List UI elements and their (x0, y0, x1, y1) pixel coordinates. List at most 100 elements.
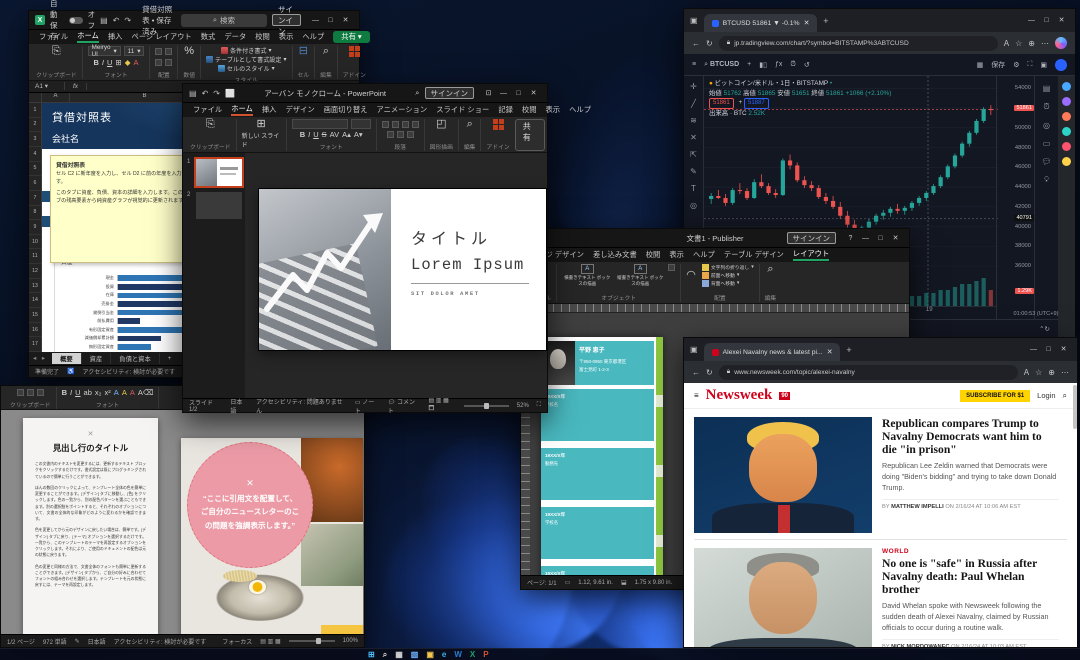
interval-candles-icon[interactable]: ▮▯ (759, 61, 767, 69)
minimize-icon[interactable]: — (308, 13, 323, 28)
refresh-icon[interactable]: ↻ (1045, 325, 1050, 333)
subscript-icon[interactable]: x₂ (95, 388, 102, 397)
save-icon[interactable]: ▤ (189, 89, 197, 98)
underline-icon[interactable]: U (75, 388, 80, 397)
resume-timeline[interactable]: 19XX/X年学校名19XX/X年勤務先19XX/X年学校名19XX/X年勤務先 (541, 389, 654, 575)
maximize-icon[interactable]: □ (511, 86, 526, 101)
row-header[interactable]: 7 (29, 191, 41, 206)
sheet-tab[interactable]: 負債と資本 (111, 353, 159, 364)
chat-icon[interactable]: 💬︎ (1041, 157, 1051, 166)
row-header[interactable]: 6 (29, 176, 41, 191)
minimize-icon[interactable]: — (496, 86, 511, 101)
tradingview-right-sidebar[interactable]: ▤ ⏰︎ ◎ ▭ 💬︎ 💡︎ (1034, 76, 1058, 337)
maximize-icon[interactable]: □ (323, 13, 338, 28)
tab-actions-icon[interactable]: ▣ (690, 345, 698, 354)
char-spacing-icon[interactable]: AV (330, 130, 339, 139)
news-icon[interactable]: ▭ (1043, 139, 1051, 148)
copilot-icon[interactable] (1055, 37, 1067, 49)
indicators-icon[interactable]: ƒx (775, 61, 782, 68)
signin-button[interactable]: サインイン (787, 232, 837, 244)
symbol-search[interactable]: ⌕ BTCUSD (704, 61, 739, 69)
share-button[interactable]: 共有 ▾ (333, 31, 369, 43)
extensions-icon[interactable]: ⊕ (1028, 39, 1035, 48)
undo-icon[interactable]: ↶ (202, 89, 209, 98)
ribbon-tab[interactable]: 挿入 (108, 32, 123, 42)
font-size-select[interactable]: 11▾ (124, 46, 145, 56)
focus-mode-button[interactable]: フォーカス (222, 637, 252, 646)
address-bar[interactable]: 🔒︎ www.newsweek.com/topic/alexei-navalny (719, 365, 1018, 380)
strikethrough-icon[interactable]: ab (84, 388, 92, 397)
window-controls[interactable]: — □ ✕ (1024, 13, 1069, 28)
sidebar-app-icon[interactable] (1062, 112, 1071, 121)
share-button[interactable]: 共有 (515, 119, 545, 151)
ribbon-tab[interactable]: 校閲 (522, 105, 537, 115)
find-button[interactable]: ⌕ (467, 119, 473, 130)
sidebar-app-icon[interactable] (1062, 82, 1071, 91)
minimize-icon[interactable]: — (1024, 13, 1039, 28)
ribbon-tab[interactable]: レイアウト (793, 249, 829, 261)
row-header[interactable]: 4 (29, 147, 41, 162)
ribbon-tab[interactable]: ファイル (193, 105, 222, 115)
bold-icon[interactable]: B (93, 58, 98, 67)
settings-more-icon[interactable]: ⋯ (1041, 39, 1049, 48)
clear-format-icon[interactable]: A⌫ (138, 388, 154, 397)
close-icon[interactable]: ✕ (1056, 342, 1071, 357)
publish-icon[interactable] (1055, 59, 1067, 71)
highlight-icon[interactable]: A (122, 388, 127, 397)
bold-icon[interactable]: B (62, 388, 67, 397)
excel-icon[interactable]: X (470, 651, 475, 659)
row-headers[interactable]: 1234567891011121314151617 (29, 103, 42, 352)
arrange-button[interactable]: ◰ (436, 119, 446, 130)
article-headline[interactable]: Republican compares Trump to Navalny Dem… (882, 417, 1059, 456)
accessibility-status[interactable]: アクセシビリティ: 問題ありません (256, 397, 347, 415)
ribbon-tab[interactable]: 校閲 (255, 32, 270, 42)
author-name[interactable]: MATTHEW IMPELLI (891, 504, 944, 510)
slide-text-area[interactable]: タイトル Lorem Ipsum SIT DOLOR AMET (391, 189, 546, 350)
redo-icon[interactable]: ↷ (213, 89, 220, 98)
newsweek-browser-window[interactable]: ▣ Alexei Navalny news & latest pi... ✕ +… (683, 337, 1078, 648)
document-page-2-newsletter[interactable]: ✕ “ここに引用文を配置して、ご自分のニュースレターのこの問題を強調表示します。… (181, 438, 363, 634)
cells-button[interactable]: ⊟ (299, 46, 308, 57)
undo-icon[interactable]: ↶ (113, 16, 120, 25)
italic-icon[interactable]: I (102, 58, 104, 67)
zoom-slider[interactable] (289, 640, 335, 642)
row-header[interactable]: 16 (29, 323, 41, 338)
buy-button[interactable]: 51887 (744, 98, 769, 109)
hotlist-icon[interactable]: ◎ (1043, 121, 1050, 130)
row-header[interactable]: 17 (29, 337, 41, 352)
maximize-icon[interactable]: □ (1041, 342, 1056, 357)
tab-actions-icon[interactable]: ▣ (690, 16, 698, 25)
price-scale[interactable]: 5400052000500004800046000440004200040000… (996, 76, 1034, 337)
whelan-photo[interactable] (694, 548, 872, 647)
sheet-tab[interactable]: 資産 (82, 353, 112, 364)
layout-icon[interactable]: ▦ (977, 61, 984, 69)
format-as-table-button[interactable]: テーブルとして書式設定▾ (206, 55, 287, 64)
percent-style-button[interactable]: % (184, 46, 194, 57)
slide-thumbnail-2[interactable] (196, 192, 242, 219)
refresh-icon[interactable]: ↻ (706, 368, 713, 377)
ideas-icon[interactable]: 💡︎ (1044, 175, 1050, 185)
horizontal-ruler[interactable] (521, 304, 909, 313)
slide-indicator[interactable]: スライド 1/2 (189, 398, 222, 413)
redo-icon[interactable]: ↷ (124, 16, 131, 25)
find-button[interactable]: ⌕ (767, 264, 773, 275)
timeline-entry[interactable]: 19XX/X年勤務先 (541, 566, 654, 575)
magnet-icon[interactable]: ◎ (690, 201, 697, 210)
sheet-nav-icons[interactable]: ◂ ▸ (33, 355, 47, 362)
browser-tab[interactable]: Alexei Navalny news & latest pi... ✕ (704, 343, 841, 361)
sheet-tab[interactable]: 概要 (52, 353, 82, 364)
author-name[interactable]: NICK MORDOWANEC (891, 644, 949, 647)
fib-icon[interactable]: ≋ (690, 116, 697, 125)
select-all-corner[interactable] (29, 93, 42, 102)
trendline-icon[interactable]: ╱ (691, 99, 696, 108)
font-color-icon[interactable]: A (130, 388, 135, 397)
sell-button[interactable]: 51861 (709, 98, 734, 109)
close-icon[interactable]: ✕ (1054, 13, 1069, 28)
fx-icon[interactable]: fx (65, 83, 87, 90)
slide-thumbnail-1[interactable] (196, 159, 242, 186)
file-explorer-icon[interactable]: ▣ (426, 651, 434, 659)
paste-button[interactable]: ⎘ (52, 46, 61, 57)
excel-titlebar[interactable]: X 自動保存 オフ ▤ ↶ ↷ 貸借対照表 • 保存済み ⌕ 検索 サインイン … (29, 11, 359, 30)
signin-button[interactable]: サインイン (425, 87, 475, 99)
row-header[interactable]: 11 (29, 249, 41, 264)
